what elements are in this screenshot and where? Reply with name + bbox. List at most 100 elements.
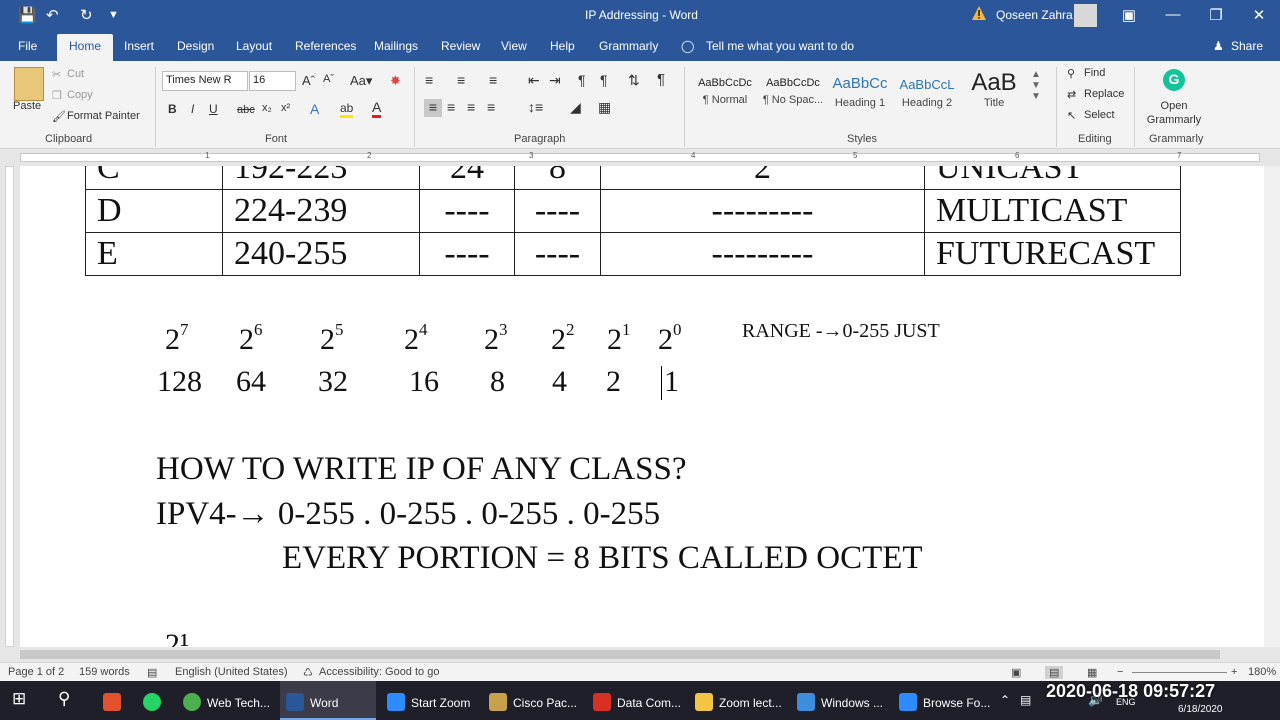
italic-icon[interactable]: I: [191, 102, 194, 116]
cut-icon[interactable]: ✂: [52, 68, 61, 81]
paste-button[interactable]: Paste: [13, 100, 41, 112]
warning-icon[interactable]: [971, 5, 987, 21]
print-layout-icon[interactable]: ▤: [1045, 666, 1064, 679]
grammarly-icon[interactable]: G: [1163, 69, 1185, 91]
web-layout-icon[interactable]: ▦: [1087, 666, 1097, 679]
tab-layout[interactable]: Layout: [236, 39, 272, 53]
proofing-icon[interactable]: ▤: [147, 666, 157, 679]
share-icon[interactable]: ♟: [1213, 39, 1224, 53]
align-left-icon[interactable]: ≡: [424, 99, 442, 117]
ribbon-display-options-icon[interactable]: ▣: [1119, 6, 1139, 24]
align-center-icon[interactable]: ≡: [447, 99, 455, 115]
accessibility-icon[interactable]: ♺: [303, 666, 313, 679]
clear-formatting-icon[interactable]: ✸: [390, 73, 401, 89]
style-normal[interactable]: AaBbCcDc ¶ Normal: [692, 67, 758, 119]
zoom-out-icon[interactable]: −: [1117, 666, 1123, 678]
replace-icon[interactable]: ⇄: [1067, 88, 1076, 101]
shrink-font-icon[interactable]: Aˇ: [323, 73, 334, 85]
tab-file[interactable]: File: [18, 39, 37, 53]
whatsapp-icon[interactable]: [143, 681, 167, 720]
format-painter-button[interactable]: Format Painter: [67, 110, 140, 122]
align-right-icon[interactable]: ≡: [467, 99, 475, 115]
copy-icon[interactable]: ❐: [52, 89, 62, 102]
style-heading-1[interactable]: AaBbCc Heading 1: [827, 67, 893, 119]
save-icon[interactable]: 💾: [18, 6, 37, 24]
share-button[interactable]: Share: [1231, 39, 1263, 53]
taskbar-app[interactable]: Zoom lect...: [695, 681, 782, 720]
copy-button[interactable]: Copy: [67, 89, 93, 101]
find-icon[interactable]: ⚲: [1067, 67, 1075, 80]
chevron-up-icon[interactable]: ⌃: [1000, 681, 1010, 720]
style-heading-2[interactable]: AaBbCcL Heading 2: [894, 67, 960, 119]
zoom-in-icon[interactable]: +: [1231, 666, 1237, 678]
underline-icon[interactable]: U: [209, 102, 218, 116]
shading-icon[interactable]: ◢: [570, 99, 581, 116]
taskbar-app[interactable]: Windows ...: [797, 681, 883, 720]
text-effects-icon[interactable]: A: [310, 101, 319, 117]
justify-icon[interactable]: ≡: [487, 99, 495, 115]
taskbar-app[interactable]: Word: [280, 681, 376, 720]
network-icon[interactable]: ▤: [1020, 681, 1031, 720]
increase-indent-icon[interactable]: ⇥: [549, 72, 561, 89]
page-count[interactable]: Page 1 of 2: [8, 666, 64, 678]
customize-quick-access-icon[interactable]: ▼: [108, 9, 119, 21]
undo-icon[interactable]: ↶: [46, 6, 59, 24]
tab-view[interactable]: View: [501, 39, 527, 53]
search-icon[interactable]: ⚲: [58, 681, 70, 720]
tab-home[interactable]: Home: [57, 34, 114, 61]
line-spacing-icon[interactable]: ↕≡: [528, 99, 543, 115]
accessibility-status[interactable]: Accessibility: Good to go: [319, 666, 439, 678]
ltr-icon[interactable]: ¶: [578, 72, 586, 88]
tab-grammarly[interactable]: Grammarly: [599, 39, 658, 53]
taskbar-date[interactable]: 6/18/2020: [1178, 704, 1223, 715]
zoom-slider[interactable]: [1132, 672, 1227, 673]
windows-start-icon[interactable]: ⊞: [12, 681, 26, 720]
font-color-icon[interactable]: A: [372, 99, 382, 118]
minimize-icon[interactable]: —: [1163, 6, 1183, 23]
tab-help[interactable]: Help: [550, 39, 575, 53]
tab-mailings[interactable]: Mailings: [374, 39, 418, 53]
language-status[interactable]: English (United States): [175, 666, 288, 678]
highlight-icon[interactable]: ab: [340, 101, 354, 118]
tell-me-search[interactable]: Tell me what you want to do: [706, 39, 854, 53]
styles-scroll-icon[interactable]: ▲ ▼ ▼: [1031, 69, 1041, 102]
show-formatting-icon[interactable]: ¶: [657, 71, 665, 88]
read-mode-icon[interactable]: ▣: [1011, 666, 1021, 679]
superscript-icon[interactable]: x²: [281, 102, 290, 114]
tab-review[interactable]: Review: [441, 39, 480, 53]
borders-icon[interactable]: ▦: [598, 99, 611, 116]
grow-font-icon[interactable]: Aˆ: [302, 73, 315, 88]
select-button[interactable]: Select: [1084, 109, 1115, 121]
taskbar-app[interactable]: Web Tech...: [183, 681, 270, 720]
horizontal-ruler[interactable]: 1 2 3 4 5 6 7: [0, 149, 1280, 166]
taskbar-app[interactable]: Data Com...: [593, 681, 681, 720]
document-page[interactable]: C 192-223 24 8 2 UNICAST D 224-239 ---- …: [20, 166, 1264, 647]
user-name[interactable]: Qoseen Zahra: [996, 8, 1073, 22]
taskbar-app[interactable]: Start Zoom: [387, 681, 470, 720]
numbering-icon[interactable]: ≡: [457, 72, 465, 88]
change-case-icon[interactable]: Aa▾: [350, 73, 372, 89]
vertical-scrollbar[interactable]: [1264, 166, 1280, 647]
find-button[interactable]: Find: [1084, 67, 1105, 79]
word-count[interactable]: 159 words: [79, 666, 130, 678]
style-title[interactable]: AaB Title: [961, 67, 1027, 119]
taskbar-app[interactable]: Cisco Pac...: [489, 681, 577, 720]
maximize-icon[interactable]: ❐: [1206, 6, 1226, 24]
sort-icon[interactable]: ⇅: [628, 72, 640, 89]
decrease-indent-icon[interactable]: ⇤: [528, 72, 540, 89]
zoom-level[interactable]: 180%: [1248, 666, 1276, 678]
bold-icon[interactable]: B: [168, 102, 177, 116]
select-icon[interactable]: ↖: [1067, 109, 1076, 122]
cut-button[interactable]: Cut: [67, 68, 84, 80]
font-family-select[interactable]: Times New R: [162, 71, 248, 91]
close-icon[interactable]: ✕: [1249, 6, 1269, 24]
taskbar-app[interactable]: Browse Fo...: [899, 681, 990, 720]
tab-design[interactable]: Design: [177, 39, 214, 53]
user-avatar[interactable]: [1074, 4, 1097, 27]
tab-references[interactable]: References: [295, 39, 356, 53]
bullets-icon[interactable]: ≡: [425, 72, 433, 88]
subscript-icon[interactable]: x₂: [262, 102, 272, 114]
multilevel-list-icon[interactable]: ≡: [489, 72, 497, 88]
tab-insert[interactable]: Insert: [124, 39, 154, 53]
rtl-icon[interactable]: ¶: [600, 72, 608, 88]
